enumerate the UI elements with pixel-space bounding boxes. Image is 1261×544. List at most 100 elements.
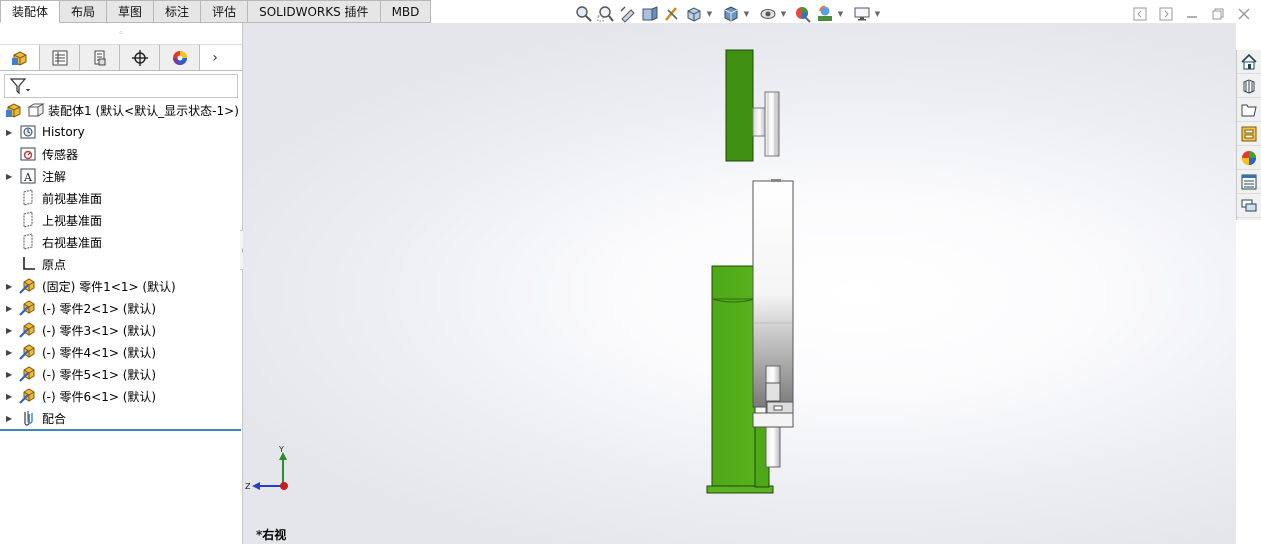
- view-orientation-icon[interactable]: [683, 4, 705, 24]
- view-orientation-dropdown-icon[interactable]: ▼: [705, 4, 714, 24]
- svg-text:A: A: [23, 171, 33, 184]
- expand-chevron-icon[interactable]: ▶: [6, 348, 18, 357]
- tab-2[interactable]: 草图: [107, 0, 155, 23]
- tree-item[interactable]: ▶ 配合: [0, 407, 241, 429]
- tree-item[interactable]: ▶ A 注解: [0, 165, 241, 187]
- previous-view-icon[interactable]: [617, 4, 639, 24]
- expand-chevron-icon[interactable]: ▶: [6, 128, 18, 137]
- origin-icon: [18, 255, 38, 273]
- edit-appearance-icon[interactable]: [792, 4, 814, 24]
- top-green-block[interactable]: [725, 49, 754, 162]
- graphics-area[interactable]: Y Z *右视: [243, 23, 1236, 544]
- part-icon: [18, 343, 38, 361]
- heads-up-view-toolbar: ▼ ▼ ▼ ▼ ▼: [573, 4, 882, 24]
- zoom-to-area-icon[interactable]: [595, 4, 617, 24]
- design-library-icon[interactable]: [1237, 74, 1261, 98]
- tree-item-label: 原点: [42, 257, 67, 272]
- tab-0[interactable]: 装配体: [0, 0, 61, 23]
- expand-chevron-icon[interactable]: ▶: [6, 172, 18, 181]
- dimxpert-manager-tab-icon[interactable]: [120, 45, 160, 70]
- tree-item[interactable]: ▶ History: [0, 121, 241, 143]
- file-explorer-icon[interactable]: [1237, 98, 1261, 122]
- restore-icon[interactable]: [1209, 6, 1227, 22]
- tree-item-label: (-) 零件4<1> (默认): [42, 345, 157, 360]
- zoom-to-fit-icon[interactable]: [573, 4, 595, 24]
- tree-item[interactable]: ▶ (-) 零件5<1> (默认): [0, 363, 241, 385]
- tab-3[interactable]: 标注: [154, 0, 202, 23]
- view-settings-dropdown-icon[interactable]: ▼: [873, 4, 882, 24]
- tab-4[interactable]: 评估: [201, 0, 249, 23]
- command-manager-tabbar: 装配体 布局 草图 标注 评估 SOLIDWORKS 插件 MBD ▼ ▼ ▼ ▼ ▼: [0, 0, 1261, 23]
- plane-icon: [18, 233, 38, 251]
- assembly-model[interactable]: Y Z: [243, 23, 1236, 544]
- tree-item[interactable]: 前视基准面: [0, 187, 241, 209]
- part-icon: [18, 299, 38, 317]
- tree-item[interactable]: 传感器: [0, 143, 241, 165]
- forum-icon[interactable]: [1237, 194, 1261, 218]
- tree-item-label: (固定) 零件1<1> (默认): [42, 279, 176, 294]
- expand-chevron-icon[interactable]: ▶: [6, 282, 18, 291]
- tree-end-divider: [0, 429, 241, 431]
- appearances-scenes-icon[interactable]: [1237, 146, 1261, 170]
- expand-chevron-icon[interactable]: ▶: [6, 370, 18, 379]
- tree-item[interactable]: ▶ (-) 零件3<1> (默认): [0, 319, 241, 341]
- tree-item-label: 配合: [42, 411, 67, 426]
- tree-item-label: 上视基准面: [42, 213, 103, 228]
- view-settings-icon[interactable]: [851, 4, 873, 24]
- section-view-icon[interactable]: [639, 4, 661, 24]
- tree-item[interactable]: ▶ (-) 零件6<1> (默认): [0, 385, 241, 407]
- configuration-manager-tab-icon[interactable]: [80, 45, 120, 70]
- top-pulley[interactable]: [764, 91, 780, 157]
- filter-icon[interactable]: [9, 77, 31, 95]
- sensor-icon: [18, 145, 38, 163]
- top-shaft[interactable]: [752, 107, 767, 137]
- triad-y-label: Y: [278, 445, 284, 454]
- tile-right-icon[interactable]: [1157, 6, 1175, 22]
- expand-chevron-icon[interactable]: ▶: [6, 392, 18, 401]
- tree-filter[interactable]: [4, 74, 238, 98]
- hide-show-items-icon[interactable]: [757, 4, 779, 24]
- close-icon[interactable]: [1235, 6, 1253, 22]
- plane-icon: [18, 189, 38, 207]
- tab-5[interactable]: SOLIDWORKS 插件: [248, 0, 381, 23]
- tree-item-label: (-) 零件6<1> (默认): [42, 389, 157, 404]
- tree-item-label: 前视基准面: [42, 191, 103, 206]
- panel-grip-icon[interactable]: ◦: [0, 23, 242, 45]
- expand-chevron-icon[interactable]: ▶: [6, 414, 18, 423]
- tree-item-label: 右视基准面: [42, 235, 103, 250]
- display-style-icon[interactable]: [720, 4, 742, 24]
- triad-z-label: Z: [245, 482, 251, 491]
- expand-chevron-icon[interactable]: ▶: [6, 304, 18, 313]
- apply-scene-dropdown-icon[interactable]: ▼: [836, 4, 845, 24]
- tree-root-assembly[interactable]: 装配体1 (默认<默认_显示状态-1>): [0, 99, 241, 121]
- part-icon: [18, 387, 38, 405]
- more-tabs-chevron-icon[interactable]: ›: [200, 45, 230, 70]
- tree-item-label: 传感器: [42, 147, 79, 162]
- tree-item[interactable]: 原点: [0, 253, 241, 275]
- home-icon[interactable]: [1237, 50, 1261, 74]
- expand-chevron-icon[interactable]: ▶: [6, 326, 18, 335]
- apply-scene-icon[interactable]: [814, 4, 836, 24]
- tree-item[interactable]: ▶ (-) 零件4<1> (默认): [0, 341, 241, 363]
- hide-show-dropdown-icon[interactable]: ▼: [779, 4, 788, 24]
- property-manager-tab-icon[interactable]: [40, 45, 80, 70]
- tree-item[interactable]: ▶ (固定) 零件1<1> (默认): [0, 275, 241, 297]
- feature-manager-tab-icon[interactable]: [0, 45, 40, 70]
- minimize-icon[interactable]: [1183, 6, 1201, 22]
- mates-icon: [18, 409, 38, 427]
- display-style-dropdown-icon[interactable]: ▼: [742, 4, 751, 24]
- base-green-body[interactable]: [711, 265, 756, 491]
- custom-properties-icon[interactable]: [1237, 170, 1261, 194]
- view-palette-icon[interactable]: [1237, 122, 1261, 146]
- tree-item[interactable]: 上视基准面: [0, 209, 241, 231]
- tile-left-icon[interactable]: [1131, 6, 1149, 22]
- tab-6[interactable]: MBD: [380, 0, 432, 23]
- dynamic-annotation-icon[interactable]: [661, 4, 683, 24]
- tree-item-label: (-) 零件2<1> (默认): [42, 301, 157, 316]
- display-manager-tab-icon[interactable]: [160, 45, 200, 70]
- annotation-icon: A: [18, 167, 38, 185]
- tree-item[interactable]: 右视基准面: [0, 231, 241, 253]
- tab-1[interactable]: 布局: [60, 0, 108, 23]
- display-state-icon: [26, 101, 46, 119]
- tree-item[interactable]: ▶ (-) 零件2<1> (默认): [0, 297, 241, 319]
